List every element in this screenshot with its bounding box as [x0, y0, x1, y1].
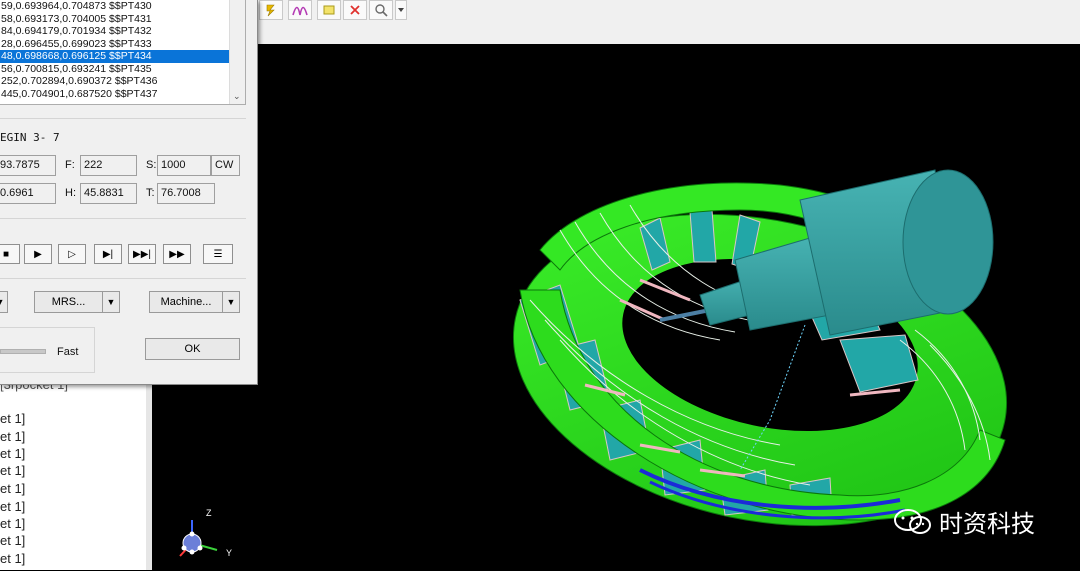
play-small-icon: ▷	[68, 248, 76, 260]
axis-triad: Z Y	[172, 508, 232, 568]
ok-button[interactable]: OK	[145, 338, 240, 360]
chevron-down-icon: ▼	[222, 292, 239, 312]
cl-data-list[interactable]: 59,0.693964,0.704873 $$PT430 58,0.693173…	[0, 0, 246, 105]
tree-item[interactable]: et 1]	[0, 515, 25, 532]
list-item[interactable]: 84,0.694179,0.701934 $$PT432	[0, 25, 229, 38]
tree-item[interactable]: et 1]	[0, 480, 25, 497]
divider	[0, 278, 246, 279]
ok-label: OK	[184, 343, 201, 355]
stop-icon: ■	[2, 248, 10, 260]
x-value-field: 93.7875	[0, 155, 56, 176]
t-value-field: 76.7008	[157, 183, 215, 204]
operation-tree: [3rpocket 1] et 1] et 1] et 1] et 1] et …	[0, 380, 147, 570]
wechat-icon	[893, 507, 933, 537]
watermark-text: 时资科技	[939, 510, 1035, 538]
left-dropdown-button[interactable]: ▼	[0, 291, 8, 313]
toolpath-verify-dialog: 59,0.693964,0.704873 $$PT430 58,0.693173…	[0, 0, 258, 385]
y-value-field: 0.6961	[0, 183, 56, 204]
panel-splitter[interactable]	[146, 380, 152, 570]
stop-button[interactable]: ■	[0, 244, 20, 264]
list-icon: ☰	[213, 248, 223, 260]
s-value-field: 1000	[157, 155, 211, 176]
divider	[0, 118, 246, 119]
3d-viewport[interactable]	[152, 44, 1080, 570]
t-label: T:	[146, 187, 155, 199]
fast-label: Fast	[57, 346, 79, 358]
step-fast-icon: ▶▶|	[133, 248, 151, 260]
close-x-icon[interactable]	[343, 0, 367, 20]
tree-item[interactable]: et 1]	[0, 462, 25, 479]
mrs-label: MRS...	[51, 296, 86, 308]
h-value-field: 45.8831	[80, 183, 137, 204]
machine-label: Machine...	[160, 296, 212, 308]
step-fast-button[interactable]: ▶▶|	[128, 244, 156, 264]
play-icon: ▶	[34, 248, 42, 260]
s-label: S:	[146, 159, 157, 171]
list-item[interactable]: 59,0.693964,0.704873 $$PT430	[0, 0, 229, 13]
speed-slider[interactable]	[0, 349, 46, 354]
list-scrollbar[interactable]: ⌄	[229, 0, 245, 104]
helix-icon[interactable]	[288, 0, 312, 20]
mrs-button[interactable]: MRS... ▼	[34, 291, 120, 313]
axis-z-label: Z	[206, 508, 212, 518]
list-item[interactable]: 58,0.693173,0.704005 $$PT431	[0, 13, 229, 26]
bolt-icon[interactable]	[259, 0, 283, 20]
chevron-down-icon: ▼	[0, 292, 7, 312]
magnifier-icon[interactable]	[369, 0, 393, 20]
tree-item[interactable]: et 1]	[0, 445, 25, 462]
list-view-button[interactable]: ☰	[203, 244, 233, 264]
tree-item[interactable]: et 1]	[0, 428, 25, 445]
impeller-model	[512, 169, 1008, 527]
axis-y-label: Y	[226, 548, 233, 558]
skip-end-icon: ▶▶	[169, 248, 185, 260]
list-item-selected[interactable]: 48,0.698668,0.696125 $$PT434	[0, 50, 229, 63]
play-step-button[interactable]: ▷	[58, 244, 86, 264]
list-item[interactable]: 252,0.702894,0.690372 $$PT436	[0, 75, 229, 88]
tree-item[interactable]: et 1]	[0, 532, 25, 549]
f-value-field: 222	[80, 155, 137, 176]
step-button[interactable]: ▶|	[94, 244, 122, 264]
chevron-down-icon[interactable]: ⌄	[233, 91, 241, 102]
f-label: F:	[65, 159, 75, 171]
region-label: EGIN 3- 7	[0, 131, 60, 144]
list-item[interactable]: 28,0.696455,0.699023 $$PT433	[0, 38, 229, 51]
list-item[interactable]: 56,0.700815,0.693241 $$PT435	[0, 63, 229, 76]
divider	[0, 218, 246, 219]
spindle-dir-field: CW	[211, 155, 240, 176]
step-icon: ▶|	[102, 248, 114, 260]
watermark: 时资科技	[893, 504, 1035, 539]
tree-item[interactable]: et 1]	[0, 550, 25, 567]
tree-item[interactable]: et 1]	[0, 498, 25, 515]
dropdown-icon[interactable]	[395, 0, 407, 20]
h-label: H:	[65, 187, 76, 199]
machine-button[interactable]: Machine... ▼	[149, 291, 240, 313]
list-item[interactable]: 445,0.704901,0.687520 $$PT437	[0, 88, 229, 101]
play-button[interactable]: ▶	[24, 244, 52, 264]
chevron-down-icon: ▼	[102, 292, 119, 312]
skip-end-button[interactable]: ▶▶	[163, 244, 191, 264]
tree-item[interactable]: et 1]	[0, 410, 25, 427]
ribbon-icon[interactable]	[317, 0, 341, 20]
